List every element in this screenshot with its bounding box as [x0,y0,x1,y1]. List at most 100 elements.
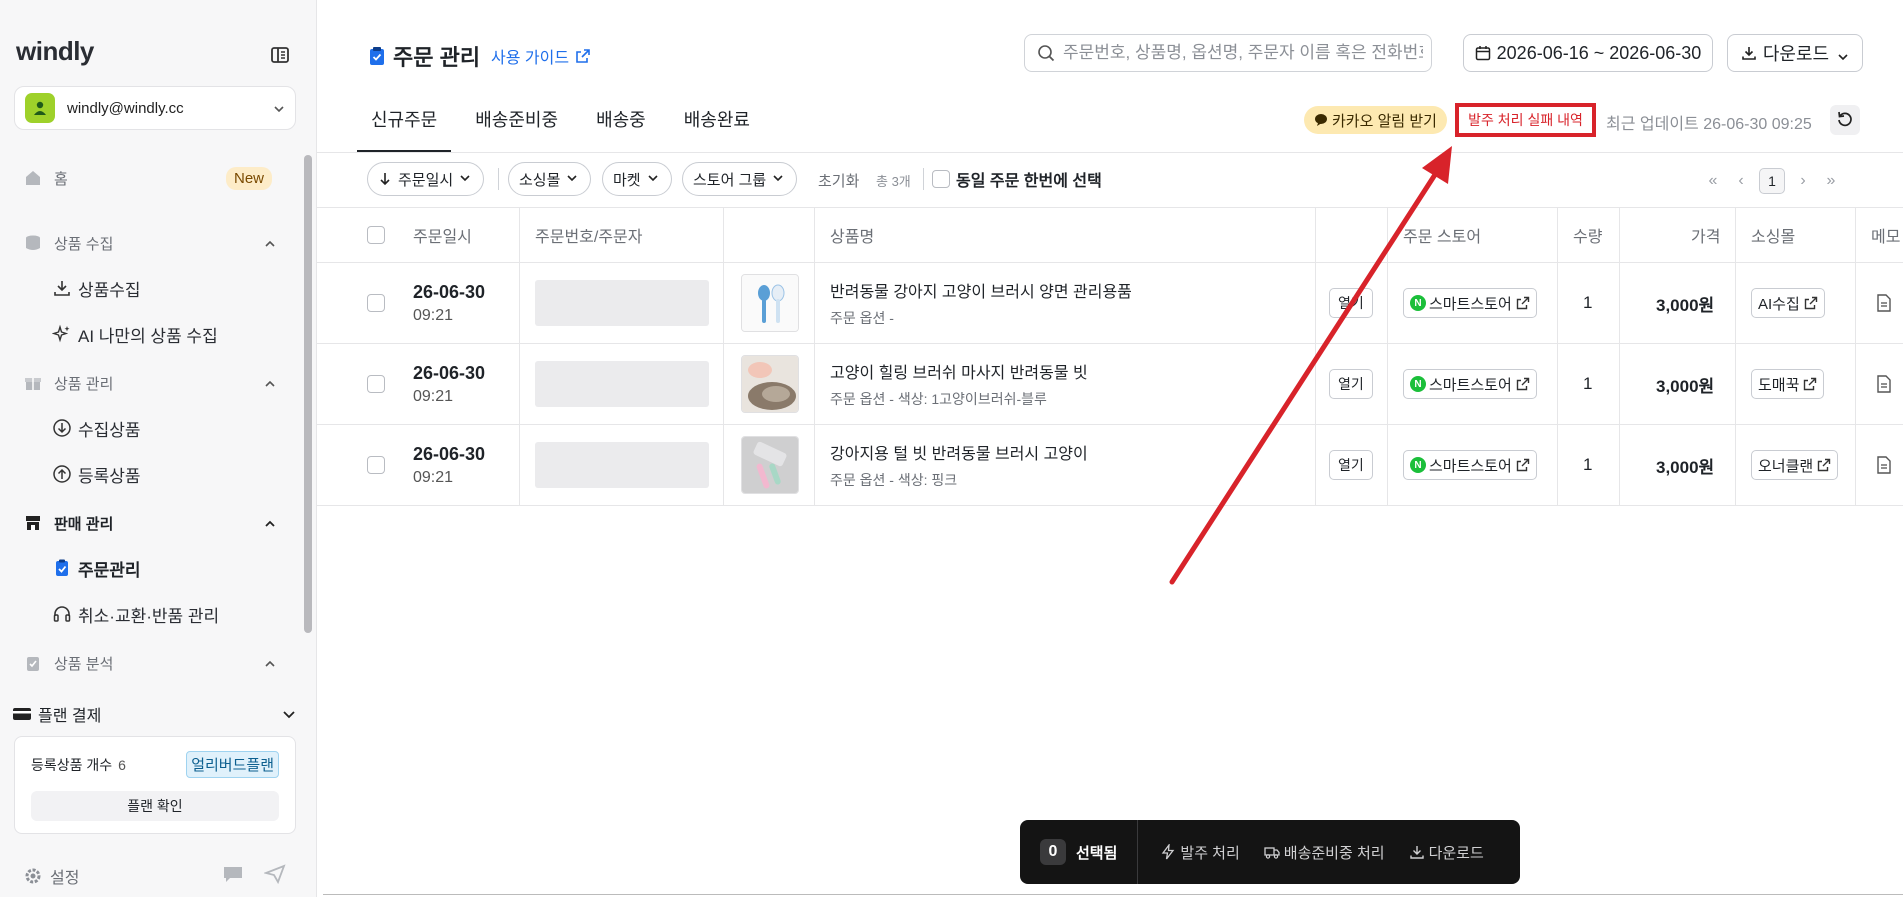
product-cell: 강아지용 털 빗 반려동물 브러시 고양이 주문 옵션 - 색상: 핑크 [830,425,1088,505]
sidebar-item-returns[interactable]: 취소·교환·반품 관리 [0,596,300,632]
open-button[interactable]: 열기 [1329,450,1373,480]
memo-icon[interactable] [1876,294,1892,312]
tab-preparing[interactable]: 배송준비중 [461,100,572,153]
product-thumbnail[interactable] [741,436,799,494]
sidebar-scrollbar[interactable] [304,155,312,633]
sort-order-date-filter[interactable]: 주문일시 [367,162,485,196]
sourcing-link[interactable]: AI수집 [1751,288,1825,318]
shipping-prep-button[interactable]: 배송준비중 처리 [1264,842,1385,863]
plan-section-header[interactable]: 플랜 결제 [12,700,296,728]
product-name[interactable]: 고양이 힐링 브러쉬 마사지 반려동물 빗 [830,359,1088,383]
last-page-icon[interactable]: » [1817,167,1845,195]
memo-icon[interactable] [1876,456,1892,474]
sidebar-item-orders[interactable]: 주문관리 [0,550,300,586]
column-header: 메모 [1871,229,1901,246]
column-header: 수량 [1573,229,1603,246]
sidebar-group-sales[interactable]: 판매 관리 [0,505,300,541]
open-button[interactable]: 열기 [1329,288,1373,318]
sidebar-group-analysis[interactable]: 상품 분석 [0,645,300,681]
sidebar-collapse-icon[interactable] [270,46,290,64]
first-page-icon[interactable]: « [1699,167,1727,195]
sidebar-item-ai-collect[interactable]: AI 나만의 상품 수집 [0,316,300,352]
table-row[interactable]: 26-06-30 09:21 반려동물 강아지 고양이 브러시 양면 관리용품 … [317,263,1903,344]
open-button[interactable]: 열기 [1329,369,1373,399]
sidebar-item-settings[interactable]: 설정 [24,864,79,888]
product-thumbnail[interactable] [741,274,799,332]
reset-filters-button[interactable]: 초기화 [818,170,859,191]
column-separator [1619,208,1620,262]
market-filter[interactable]: 마켓 [602,162,672,196]
redacted-order-info [535,361,709,407]
order-date: 26-06-30 [413,281,486,302]
column-separator [1387,344,1388,424]
sidebar-item-registered[interactable]: 등록상품 [0,456,300,492]
column-header: 주문 스토어 [1403,229,1482,246]
column-header: 소싱몰 [1751,229,1796,246]
row-checkbox[interactable] [367,375,385,393]
prev-page-icon[interactable]: ‹ [1727,167,1755,195]
plan-header-label: 플랜 결제 [38,708,102,725]
account-switcher[interactable]: windly@windly.cc [14,86,296,130]
filter-divider [498,168,499,190]
table-row[interactable]: 26-06-30 09:21 고양이 힐링 브러쉬 마사지 반려동물 빗 주문 … [317,344,1903,425]
search-input[interactable] [1063,43,1423,63]
chevron-up-icon [264,517,276,529]
same-order-select-checkbox[interactable]: 동일 주문 한번에 선택 [932,167,1102,191]
tab-delivered[interactable]: 배송완료 [670,100,764,153]
user-guide-link[interactable]: 사용 가이드 [491,44,591,68]
arrow-up-circle-icon [52,464,72,484]
store-group-filter[interactable]: 스토어 그룹 [682,162,798,196]
sidebar-item-collected[interactable]: 수집상품 [0,410,300,446]
select-all-checkbox[interactable] [367,226,385,244]
chevron-down-icon [459,172,473,186]
sidebar-item-home[interactable]: 홈 New [0,160,300,196]
open-cell: 열기 [1329,263,1373,343]
next-page-icon[interactable]: › [1789,167,1817,195]
product-thumbnail[interactable] [741,355,799,413]
orders-table: 주문일시 주문번호/주문자 상품명 주문 스토어 수량 가격 소싱몰 메모 26… [317,207,1903,506]
naver-icon: N [1410,457,1426,473]
send-icon[interactable] [264,864,286,884]
product-name[interactable]: 반려동물 강아지 고양이 브러시 양면 관리용품 [830,278,1132,302]
store-link[interactable]: N 스마트스토어 [1403,369,1537,399]
download-dropdown-button[interactable]: 다운로드 [1727,34,1863,72]
sourcing-link[interactable]: 도매꾹 [1751,369,1825,399]
column-header[interactable]: 주문일시 [413,208,472,262]
row-checkbox[interactable] [367,456,385,474]
refresh-button[interactable] [1830,105,1860,135]
memo-icon[interactable] [1876,375,1892,393]
column-separator [1557,263,1558,343]
bulk-download-button[interactable]: 다운로드 [1409,842,1484,863]
chat-icon[interactable] [222,864,244,884]
plan-check-button[interactable]: 플랜 확인 [31,791,279,821]
order-process-button[interactable]: 발주 처리 [1160,842,1240,863]
order-failure-history-button[interactable]: 발주 처리 실패 내역 [1455,103,1596,137]
current-page[interactable]: 1 [1759,168,1785,194]
product-name[interactable]: 강아지용 털 빗 반려동물 브러시 고양이 [830,440,1088,464]
search-field[interactable] [1024,34,1432,72]
sidebar-group-collect[interactable]: 상품 수집 [0,225,300,261]
app-logo[interactable]: windly [16,36,94,67]
tab-shipping[interactable]: 배송중 [582,100,660,153]
column-separator [1735,208,1736,262]
checkbox[interactable] [932,170,950,188]
external-link-icon [1516,296,1530,310]
row-checkbox[interactable] [367,294,385,312]
tab-new-orders[interactable]: 신규주문 [357,100,452,153]
select-all-cell [367,208,385,262]
order-time: 09:21 [413,468,454,486]
store-link[interactable]: N 스마트스토어 [1403,288,1537,318]
price: 3,000원 [1656,376,1715,396]
date-range-picker[interactable]: 2026-06-16 ~ 2026-06-30 [1463,34,1713,72]
chevron-down-icon [282,707,296,721]
price: 3,000원 [1656,295,1715,315]
sidebar-group-product[interactable]: 상품 관리 [0,365,300,401]
row-select-cell [367,344,385,424]
sidebar-item-collect[interactable]: 상품수집 [0,270,300,306]
sourcing-mall-filter[interactable]: 소싱몰 [508,162,592,196]
store-link[interactable]: N 스마트스토어 [1403,450,1537,480]
kakao-alert-button[interactable]: 카카오 알림 받기 [1304,106,1447,134]
table-row[interactable]: 26-06-30 09:21 강아지용 털 빗 반려동물 브러시 고양이 주문 … [317,425,1903,506]
sourcing-link[interactable]: 오너클랜 [1751,450,1839,480]
sidebar-group-label: 상품 관리 [54,375,114,393]
